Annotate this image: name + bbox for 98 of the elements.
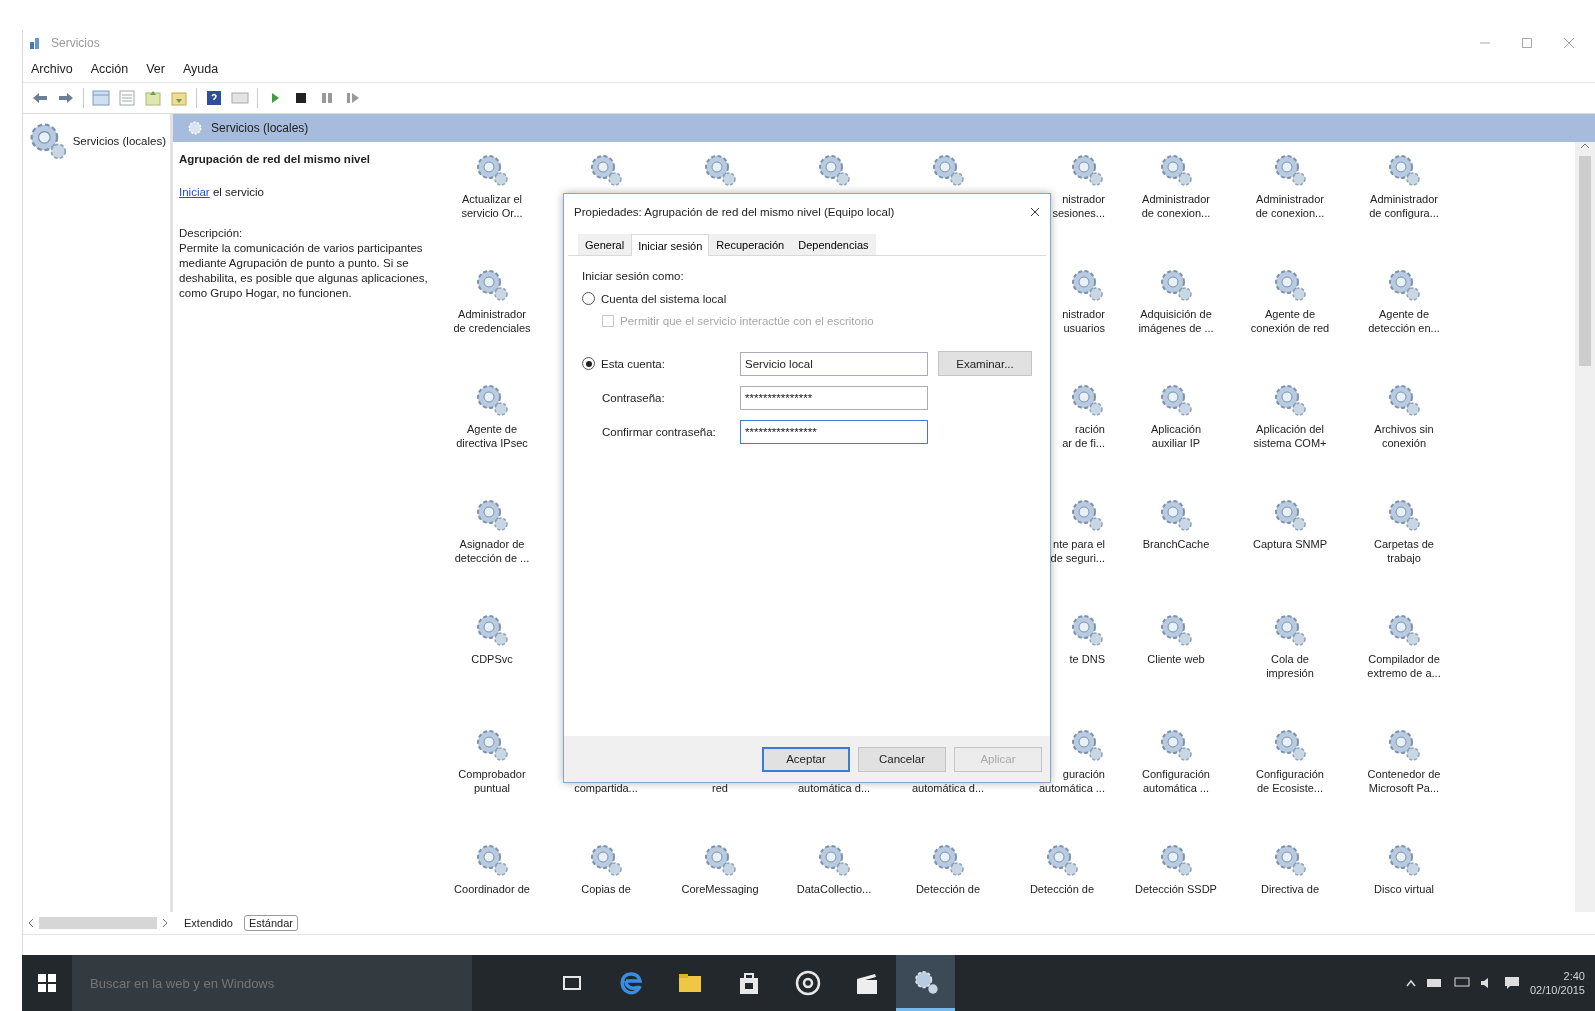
service-label[interactable]: Compilador de extremo de a...	[1367, 652, 1441, 681]
panel-title: Servicios (locales)	[211, 121, 309, 135]
browser-icon[interactable]	[618, 970, 643, 996]
menu-item[interactable]: Archivo	[31, 62, 73, 76]
dialog-tab[interactable]: Recuperación	[709, 234, 792, 255]
service-label[interactable]: Aplicación auxiliar IP	[1150, 422, 1202, 451]
service-label[interactable]: nistrador usuarios	[1062, 307, 1105, 336]
service-label[interactable]: Agente de detección en...	[1368, 307, 1440, 336]
service-label[interactable]: CoreMessaging	[681, 882, 759, 897]
service-label[interactable]: ración ar de fi...	[1062, 422, 1105, 451]
service-name: Agrupación de red del mismo nivel	[179, 152, 372, 167]
service-label[interactable]: Comprobador puntual	[458, 767, 526, 796]
window-title: Servicios	[51, 36, 100, 50]
service-label[interactable]: Contenedor de Microsoft Pa...	[1367, 767, 1441, 796]
service-label[interactable]: Configuración de Ecosiste...	[1256, 767, 1324, 796]
clock-time[interactable]: 2:40	[1563, 968, 1585, 983]
service-label[interactable]: Administrador de conexion...	[1255, 192, 1325, 221]
service-label[interactable]: BranchCache	[1142, 537, 1210, 552]
dialog-button[interactable]: Aceptar	[762, 746, 850, 772]
dialog-tab[interactable]: Dependencias	[791, 234, 876, 255]
action-text: el servicio	[211, 185, 264, 198]
view-tab[interactable]: Estándar	[243, 915, 298, 931]
service-label[interactable]: Actualizar el servicio Or...	[461, 192, 523, 221]
forward-arrow-icon[interactable]	[57, 90, 75, 106]
view-tab[interactable]: Extendido	[179, 915, 238, 931]
notification-icon[interactable]	[1503, 976, 1520, 990]
dialog-button[interactable]: Cancelar	[858, 746, 946, 772]
windows-logo-icon[interactable]	[38, 974, 56, 992]
maximize-icon[interactable]	[1521, 37, 1533, 49]
service-label[interactable]: Administrador de conexion...	[1141, 192, 1211, 221]
tree-item[interactable]: Servicios (locales)	[27, 120, 166, 162]
radio-label[interactable]: Cuenta del sistema local	[601, 292, 727, 305]
service-label[interactable]: Agente de conexión de red	[1250, 307, 1330, 336]
service-label[interactable]: DataCollectio...	[796, 882, 872, 897]
search-field[interactable]: Buscar en la web y en Windows	[72, 955, 472, 1011]
service-label[interactable]: te DNS	[1069, 652, 1105, 667]
service-label[interactable]: Configuración automática ...	[1142, 767, 1210, 796]
clock-date[interactable]: 02/10/2015	[1529, 983, 1585, 998]
service-label[interactable]: automática d...	[911, 781, 985, 796]
logon-heading: Iniciar sesión como:	[582, 270, 685, 282]
menu-item[interactable]: Ayuda	[183, 62, 219, 76]
clapperboard-icon[interactable]	[854, 971, 879, 995]
service-label[interactable]: Directiva de	[1260, 882, 1320, 897]
service-label[interactable]: Disco virtual	[1374, 882, 1434, 897]
description-label: Descripción:	[179, 225, 244, 241]
service-label[interactable]: Adquisición de imágenes de ...	[1138, 307, 1214, 336]
menu-item[interactable]: Ver	[146, 62, 165, 76]
service-label[interactable]: Carpetas de trabajo	[1374, 537, 1434, 566]
service-label[interactable]: red	[712, 781, 728, 796]
scroll-up-icon[interactable]	[1580, 142, 1590, 150]
description-text: Permite la comunicación de varios participantes mediante Agrupación de punto a punto. Si se deshabilita, es posible que algunas aplicaciones, como Grupo Hogar, no funcionen.	[179, 240, 429, 301]
back-arrow-icon[interactable]	[31, 90, 49, 106]
field-label: Contraseña:	[601, 392, 666, 404]
close-icon[interactable]	[1030, 207, 1040, 217]
dialog-title: Propiedades: Agrupación de red del mismo nivel (Equipo local)	[574, 206, 895, 218]
radio-button[interactable]	[582, 292, 595, 305]
disc-icon[interactable]	[794, 970, 821, 996]
service-label[interactable]: Cola de impresión	[1266, 652, 1314, 681]
service-label[interactable]: Copias de	[581, 882, 631, 897]
scroll-right-icon[interactable]	[161, 918, 169, 928]
browse-button[interactable]: Examinar...	[938, 351, 1032, 376]
password-field[interactable]: ***************	[740, 386, 928, 410]
service-label[interactable]: Administrador de configura...	[1369, 192, 1439, 221]
service-label[interactable]: Detección de	[1029, 882, 1095, 897]
folder-icon[interactable]	[677, 973, 702, 993]
service-label[interactable]: Asignador de detección de ...	[454, 537, 530, 566]
field-label: Confirmar contraseña:	[601, 426, 717, 438]
service-label[interactable]: nistrador sesiones...	[1052, 192, 1105, 221]
chevron-up-icon[interactable]	[1405, 979, 1416, 987]
service-label[interactable]: Administrador de credenciales	[453, 307, 531, 336]
shopping-bag-icon[interactable]	[738, 971, 759, 995]
service-label[interactable]: Agente de directiva IPsec	[456, 422, 528, 451]
service-label[interactable]: Cliente web	[1147, 652, 1205, 667]
service-label[interactable]: Detección de	[915, 882, 981, 897]
service-label[interactable]: Detección SSDP	[1135, 882, 1217, 897]
service-label[interactable]: CDPSvc	[471, 652, 513, 667]
service-label[interactable]: Aplicación del sistema COM+	[1253, 422, 1327, 451]
menu-item[interactable]: Acción	[90, 62, 129, 76]
service-label[interactable]: Captura SNMP	[1253, 537, 1327, 552]
service-label[interactable]: compartida...	[574, 781, 638, 796]
service-label[interactable]: Archivos sin conexión	[1374, 422, 1434, 451]
radio-label[interactable]: Esta cuenta:	[601, 357, 665, 370]
scrollbar-thumb[interactable]	[1579, 156, 1591, 366]
account-field[interactable]: Servicio local	[740, 351, 928, 376]
help-icon[interactable]	[205, 90, 223, 106]
service-label[interactable]: nte para el de seguri...	[1050, 537, 1105, 566]
dialog-tab[interactable]: Iniciar sesión	[631, 234, 710, 256]
dialog-tab[interactable]: General	[578, 234, 632, 255]
radio-button[interactable]	[582, 357, 595, 370]
service-label[interactable]: Coordinador de	[454, 882, 530, 897]
task-view-icon[interactable]	[560, 974, 583, 992]
service-label[interactable]: automática d...	[797, 781, 871, 796]
confirm-password-field[interactable]: ****************	[740, 420, 928, 444]
start-link[interactable]: Iniciar	[179, 185, 210, 198]
scroll-left-icon[interactable]	[27, 918, 35, 928]
horizontal-scrollbar[interactable]	[39, 917, 157, 929]
refresh-icon[interactable]	[144, 90, 162, 106]
export-list-icon[interactable]	[170, 90, 188, 106]
